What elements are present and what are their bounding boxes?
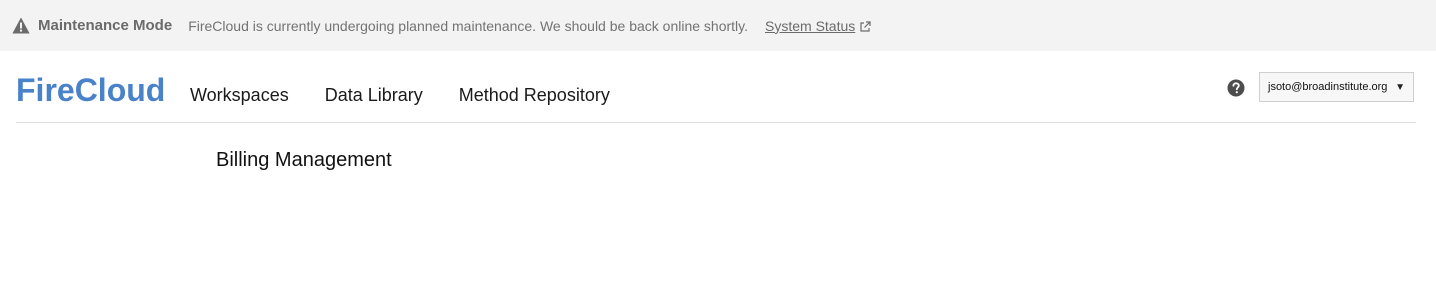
caret-down-icon: ▼: [1395, 81, 1405, 93]
firecloud-logo[interactable]: FireCloud: [16, 71, 165, 109]
maintenance-banner: Maintenance Mode FireCloud is currently …: [0, 0, 1436, 51]
nav-method-repository[interactable]: Method Repository: [459, 84, 610, 106]
top-header: FireCloud Workspaces Data Library Method…: [16, 51, 1416, 123]
account-dropdown[interactable]: jsoto@broadinstitute.org ▼: [1259, 72, 1414, 102]
external-link-icon: [859, 20, 871, 32]
main-nav: Workspaces Data Library Method Repositor…: [190, 84, 646, 106]
banner-message: FireCloud is currently undergoing planne…: [188, 17, 748, 34]
nav-data-library[interactable]: Data Library: [325, 84, 423, 106]
warning-triangle-icon: [12, 17, 30, 34]
question-circle-icon[interactable]: [1227, 79, 1245, 97]
account-email: jsoto@broadinstitute.org: [1268, 81, 1388, 93]
banner-title: Maintenance Mode: [38, 17, 173, 34]
system-status-link[interactable]: System Status: [765, 18, 871, 34]
system-status-label: System Status: [765, 17, 856, 34]
nav-workspaces[interactable]: Workspaces: [190, 84, 289, 106]
page-title: Billing Management: [216, 149, 392, 171]
